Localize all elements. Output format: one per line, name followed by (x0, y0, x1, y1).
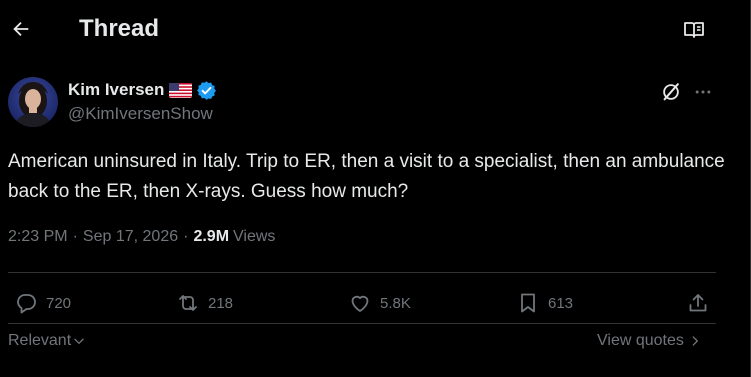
meta-separator: · (72, 228, 78, 245)
repost-icon (179, 295, 197, 311)
reply-icon (17, 294, 36, 314)
share-button[interactable] (686, 285, 710, 321)
reply-sort-dropdown[interactable]: Relevant (8, 332, 86, 350)
view-quotes-label: View quotes (597, 332, 684, 349)
post-text: American uninsured in Italy. Trip to ER,… (8, 151, 725, 202)
arrow-left-icon (13, 21, 29, 37)
more-dots-icon (695, 90, 711, 94)
back-button[interactable] (6, 14, 36, 44)
repost-button[interactable]: 218 (176, 285, 233, 321)
divider (8, 323, 716, 324)
avatar-image (8, 77, 58, 127)
us-flag-icon (169, 82, 193, 98)
open-book-icon (684, 22, 704, 38)
chevron-down-icon (74, 338, 84, 344)
reply-count: 720 (46, 294, 72, 312)
verified-badge-icon (196, 80, 217, 101)
thread-page: Thread Kim Iversen @KimIversenShow Ameri… (0, 0, 751, 377)
share-icon (689, 294, 707, 312)
view-quotes-link[interactable]: View quotes (597, 332, 702, 350)
sort-label: Relevant (8, 332, 72, 349)
bookmark-count: 613 (548, 294, 574, 312)
page-title: Thread (79, 15, 160, 42)
more-options-button[interactable] (690, 79, 716, 105)
author-name[interactable]: Kim Iversen (68, 80, 164, 100)
grok-button[interactable] (658, 79, 684, 105)
chevron-right-icon (692, 336, 698, 346)
reader-mode-button[interactable] (679, 15, 709, 45)
author-handle[interactable]: @KimIversenShow (68, 104, 213, 124)
reply-button[interactable]: 720 (14, 285, 71, 321)
bookmark-button[interactable]: 613 (516, 285, 573, 321)
like-button[interactable]: 5.8K (348, 285, 411, 321)
bookmark-icon (521, 293, 535, 313)
views-label: Views (233, 228, 276, 245)
action-bar: 720 218 5.8K 613 (8, 285, 716, 321)
thread-header: Thread (0, 0, 751, 58)
post-date[interactable]: Sep 17, 2026 (83, 228, 178, 246)
post-time[interactable]: 2:23 PM (8, 228, 68, 246)
grok-icon (663, 83, 679, 101)
heart-icon (351, 295, 369, 312)
views-count: 2.9M (193, 228, 230, 245)
author-name-row: Kim Iversen (68, 79, 217, 101)
divider (8, 272, 716, 273)
meta-separator: · (183, 228, 189, 245)
like-count: 5.8K (380, 294, 411, 312)
avatar[interactable] (8, 77, 58, 127)
repost-count: 218 (208, 294, 234, 312)
post-meta: 2:23 PM · Sep 17, 2026 · 2.9M Views (8, 228, 275, 246)
